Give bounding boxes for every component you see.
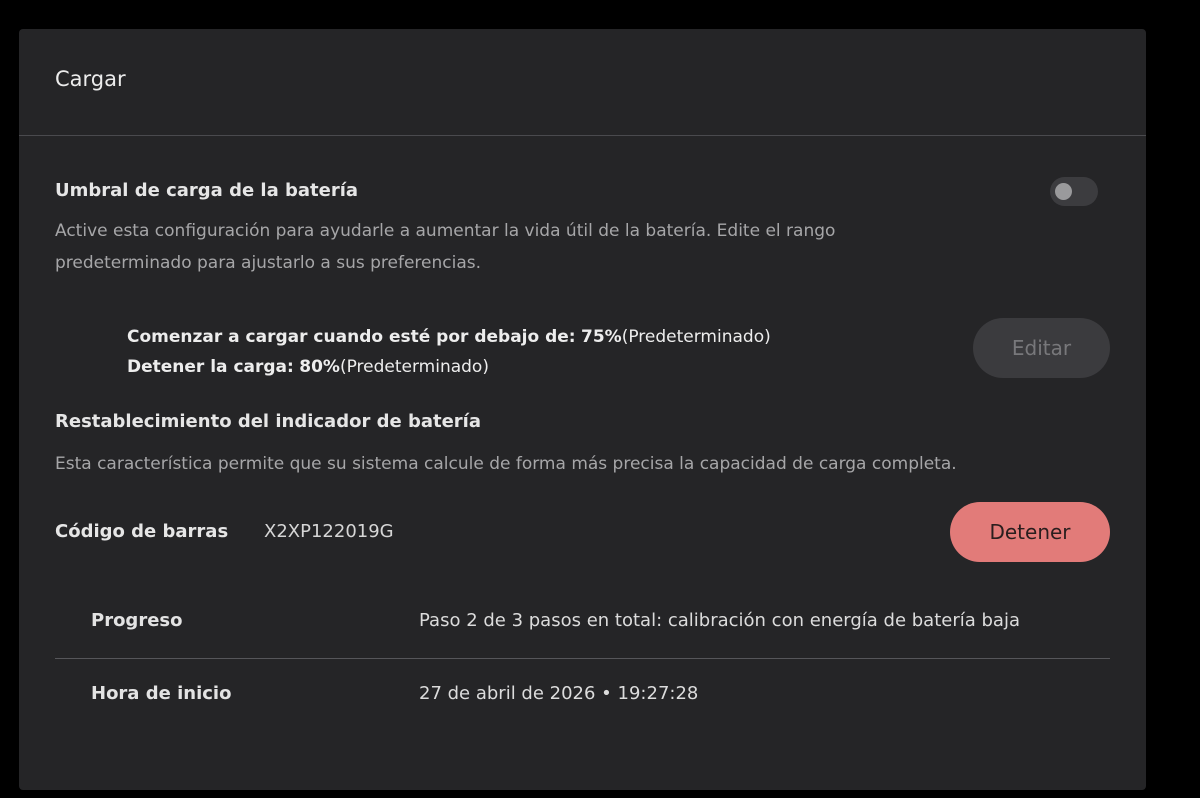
- charging-panel: Cargar Umbral de carga de la batería Act…: [19, 29, 1146, 790]
- panel-header: Cargar: [19, 29, 1146, 136]
- barcode-value: X2XP122019G: [264, 521, 394, 542]
- progress-value: Paso 2 de 3 pasos en total: calibración …: [419, 610, 1020, 631]
- threshold-description-line-1: Active esta configuración para ayudarle …: [55, 221, 836, 241]
- stop-button[interactable]: Detener: [950, 502, 1110, 562]
- threshold-toggle[interactable]: [1050, 177, 1098, 206]
- barcode-label: Código de barras: [55, 521, 229, 542]
- threshold-description: Active esta configuración para ayudarle …: [55, 215, 835, 279]
- threshold-title: Umbral de carga de la batería: [55, 180, 359, 201]
- stop-charge-line: Detener la carga: 80%(Predeterminado): [127, 357, 489, 377]
- start-charge-line: Comenzar a cargar cuando esté por debajo…: [127, 327, 771, 347]
- stop-charge-suffix: (Predeterminado): [339, 357, 489, 377]
- stop-charge-label: Detener la carga:: [127, 357, 294, 377]
- start-time-label: Hora de inicio: [91, 683, 232, 704]
- threshold-description-line-2: predeterminado para ajustarlo a sus pref…: [55, 253, 482, 273]
- start-charge-value: 75%: [581, 327, 622, 347]
- progress-label: Progreso: [91, 610, 183, 631]
- start-charge-suffix: (Predeterminado): [621, 327, 771, 347]
- toggle-knob: [1055, 183, 1072, 200]
- panel-title: Cargar: [55, 67, 126, 91]
- reset-title: Restablecimiento del indicador de baterí…: [55, 411, 481, 432]
- reset-description: Esta característica permite que su siste…: [55, 454, 957, 474]
- edit-button[interactable]: Editar: [973, 318, 1110, 378]
- start-time-value: 27 de abril de 2026 • 19:27:28: [419, 683, 699, 704]
- start-charge-label: Comenzar a cargar cuando esté por debajo…: [127, 327, 576, 347]
- row-divider: [55, 658, 1110, 659]
- stop-charge-value: 80%: [299, 357, 340, 377]
